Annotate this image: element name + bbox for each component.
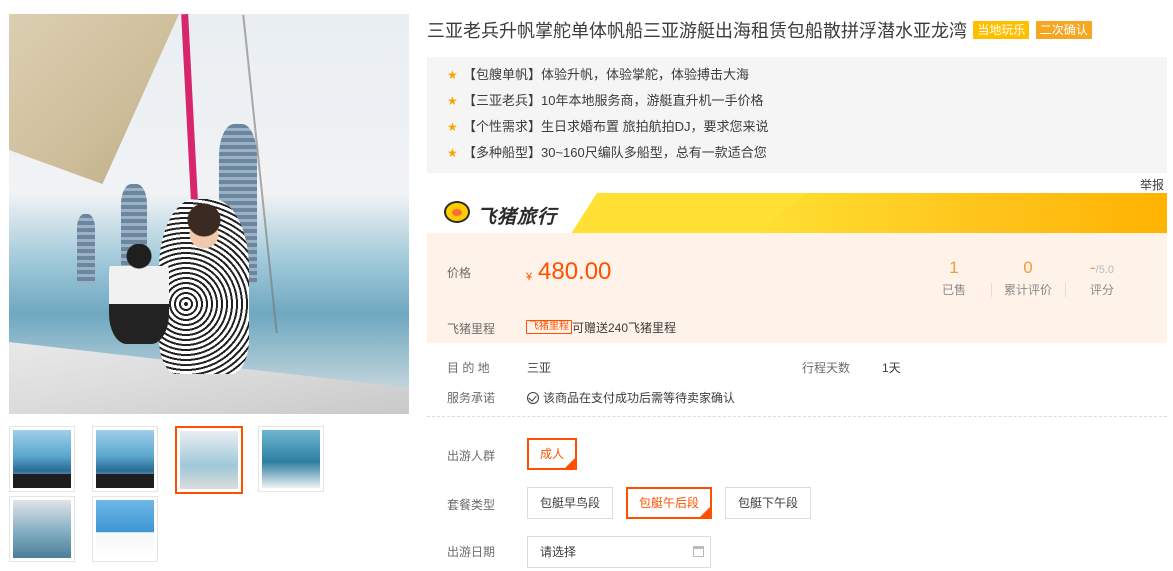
package-option-late-afternoon[interactable]: 包艇下午段 [725,487,812,519]
date-placeholder: 请选择 [540,545,577,559]
destination-label: 目 的 地 [447,361,490,375]
service-label: 服务承诺 [447,391,496,405]
check-circle-icon [527,392,539,404]
package-option-afternoon[interactable]: 包艇午后段 [626,487,713,519]
child-graphic [109,244,169,344]
stat-sold-value: 1 [949,258,959,277]
service-text: 该商品在支付成功后需等待卖家确认 [543,391,736,405]
thumbnail-5[interactable] [9,496,75,562]
product-title: 三亚老兵升帆掌舵单体帆船三亚游艇出海租赁包船散拼浮潜水亚龙湾 [427,21,967,41]
thumbnail-6[interactable] [92,496,158,562]
main-product-image[interactable] [9,14,409,414]
stat-rating-scale: /5.0 [1095,264,1115,276]
highlight-item: ★ 【多种船型】30~160尺编队多船型，总有一款适合您 [427,140,1167,166]
thumbnail-3[interactable] [175,426,243,494]
brand-banner: 飞猪旅行 [427,193,1167,233]
duration-label: 行程天数 [802,361,851,375]
tag-local-fun: 当地玩乐 [973,21,1030,39]
thumbnail-1[interactable] [9,426,75,492]
star-icon: ★ [447,146,458,160]
stat-reviews-value: 0 [1023,258,1033,277]
mileage-label: 飞猪里程 [447,322,496,336]
crowd-label: 出游人群 [447,449,496,463]
crowd-option-adult[interactable]: 成人 [527,438,578,470]
currency-symbol: ¥ [526,271,533,283]
highlight-item: ★ 【包艘单帆】体验升帆，体验掌舵，体验搏击大海 [427,62,1167,88]
star-icon: ★ [447,94,458,108]
pig-logo-icon [444,201,470,223]
stats-panel: 1 已售 0 累计评价 -/5.0 评分 [917,257,1137,301]
brand-name: 飞猪旅行 [477,207,558,228]
highlight-item: ★ 【三亚老兵】10年本地服务商，游艇直升机一手价格 [427,88,1167,114]
stat-rating-label: 评分 [1089,283,1114,297]
tower-graphic [77,214,95,284]
stat-sold-label: 已售 [941,283,966,297]
duration-value: 1天 [882,361,901,375]
thumbnail-4[interactable] [258,426,324,492]
stat-reviews[interactable]: 0 累计评价 [991,257,1065,298]
divider [427,416,1167,417]
date-label: 出游日期 [447,545,496,559]
date-picker-input[interactable]: 请选择 [527,536,711,568]
star-icon: ★ [447,68,458,82]
stat-reviews-label: 累计评价 [1003,283,1052,297]
report-link[interactable]: 举报 [1140,176,1164,193]
brand-banner-stripe [757,193,1167,233]
package-option-early[interactable]: 包艇早鸟段 [527,487,614,519]
stat-rating: -/5.0 评分 [1065,257,1139,298]
star-icon: ★ [447,120,458,134]
price-label: 价格 [447,266,472,280]
sail-graphic [9,14,179,184]
thumbnail-2[interactable] [92,426,158,492]
calendar-icon[interactable] [693,546,704,557]
person-graphic [159,199,249,374]
product-title-row: 三亚老兵升帆掌舵单体帆船三亚游艇出海租赁包船散拼浮潜水亚龙湾 当地玩乐 二次确认 [427,17,1167,41]
stat-sold: 1 已售 [917,257,991,298]
package-label: 套餐类型 [447,498,496,512]
price-value: 480.00 [538,258,612,285]
highlight-item: ★ 【个性需求】生日求婚布置 旅拍航拍DJ，要求您来说 [427,114,1167,140]
highlights-box: ★ 【包艘单帆】体验升帆，体验掌舵，体验搏击大海 ★ 【三亚老兵】10年本地服务商，… [427,57,1167,173]
tag-second-confirm: 二次确认 [1035,21,1092,39]
price-panel: 价格 ¥ 480.00 1 已售 0 累计评价 -/5.0 评分 飞猪里程 飞猪… [427,233,1167,343]
mileage-badge: 飞猪里程 [526,320,572,334]
mileage-text: 可赠送240飞猪里程 [572,321,677,335]
service-promise: 该商品在支付成功后需等待卖家确认 [527,389,735,406]
destination-value: 三亚 [527,361,552,375]
